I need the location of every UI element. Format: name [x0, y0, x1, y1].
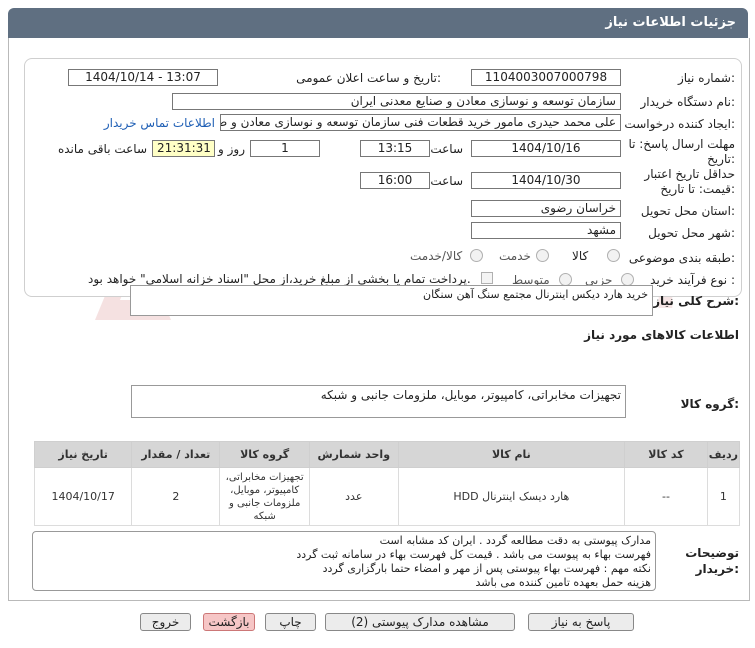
- cell-group: تجهیزات مخابراتی، کامپیوتر، موبایل، ملزو…: [219, 467, 310, 526]
- validity-label: حداقل تاریخ اعتبار: [644, 167, 735, 181]
- description-field[interactable]: خرید هارد دیکس اینترنال مجتمع سنگ آهن سن…: [130, 285, 653, 316]
- cell-date: 1404/10/17: [33, 467, 133, 526]
- deadline-label-date: تاریخ:: [707, 152, 735, 166]
- category-option-both: کالا/خدمت: [410, 249, 463, 263]
- col-group: گروه کالا: [219, 441, 310, 468]
- category-option-goods: کالا: [572, 249, 589, 263]
- category-radio-both[interactable]: [470, 249, 483, 262]
- buyer-note-line: نکته مهم : فهرست بهاء پیوستی پس از مهر و…: [322, 562, 651, 575]
- city-label: شهر محل تحویل:: [648, 226, 735, 240]
- requester-label: ایجاد کننده درخواست:: [624, 117, 735, 131]
- items-table: ردیف کد کالا نام کالا واحد شمارش گروه کا…: [33, 441, 741, 526]
- goods-info-title: اطلاعات کالاهای مورد نیاز: [584, 328, 739, 342]
- buyer-note-line: هزینه حمل بعهده تامین کننده می باشد: [475, 576, 651, 589]
- col-name: نام کالا: [397, 441, 626, 468]
- purchase-type-label: نوع فرآیند خرید :: [650, 273, 735, 287]
- exit-button[interactable]: خروج: [140, 613, 191, 631]
- announce-datetime-field[interactable]: 1404/10/14 - 13:07: [68, 69, 218, 86]
- back-button[interactable]: بازگشت: [203, 613, 255, 631]
- category-option-service: خدمت: [499, 249, 531, 263]
- page-title: جزئیات اطلاعات نیاز: [605, 15, 736, 30]
- category-radio-service[interactable]: [536, 249, 549, 262]
- validity-label-date: قیمت: تا تاریخ:: [660, 182, 735, 196]
- need-number-field[interactable]: 1104003007000798: [471, 69, 621, 86]
- view-attachments-button[interactable]: مشاهده مدارک پیوستی (2): [325, 613, 515, 631]
- treasury-note: پرداخت تمام یا بخشی از مبلغ خرید،از محل …: [88, 272, 471, 286]
- province-field[interactable]: خراسان رضوی: [471, 200, 621, 217]
- col-quantity: تعداد / مقدار: [131, 441, 221, 468]
- remaining-time-label: ساعت باقی مانده: [57, 142, 147, 156]
- cell-quantity: 2: [131, 467, 221, 526]
- page-header: جزئیات اطلاعات نیاز: [8, 8, 748, 38]
- buyer-org-label: نام دستگاه خریدار:: [640, 95, 736, 109]
- print-button[interactable]: چاپ: [265, 613, 316, 631]
- deadline-label: مهلت ارسال پاسخ: تا: [628, 137, 735, 151]
- cell-unit: عدد: [308, 467, 399, 526]
- validity-date-field[interactable]: 1404/10/30: [471, 172, 621, 189]
- province-label: استان محل تحویل:: [640, 204, 735, 218]
- category-label: طبقه بندی موضوعی:: [628, 251, 735, 265]
- cell-row: 1: [706, 467, 741, 526]
- days-remaining-field[interactable]: 1: [250, 140, 320, 157]
- table-row[interactable]: 1 -- هارد دیسک اینترنال HDD عدد تجهیزات …: [33, 467, 741, 526]
- buyer-note-line: مدارک پیوستی به دقت مطالعه گردد . ایران …: [379, 534, 651, 547]
- days-label: روز و: [218, 142, 245, 156]
- cell-code: --: [624, 467, 708, 526]
- deadline-date-field[interactable]: 1404/10/16: [471, 140, 621, 157]
- treasury-checkbox[interactable]: [481, 272, 493, 284]
- goods-group-label: گروه کالا:: [680, 397, 739, 411]
- remaining-time-field: 21:31:31: [152, 140, 215, 157]
- col-unit: واحد شمارش: [308, 441, 399, 468]
- validity-time-label: ساعت: [430, 174, 463, 188]
- table-header-row: ردیف کد کالا نام کالا واحد شمارش گروه کا…: [33, 441, 741, 468]
- description-label: شرح کلی نیاز:: [653, 294, 739, 308]
- category-radio-goods[interactable]: [607, 249, 620, 262]
- need-number-label: شماره نیاز:: [677, 71, 735, 85]
- buyer-notes-label: توضیحات: [685, 546, 739, 560]
- goods-group-field[interactable]: تجهیزات مخابراتی، کامپیوتر، موبایل، ملزو…: [131, 385, 626, 418]
- col-date: تاریخ نیاز: [33, 441, 133, 468]
- requester-field[interactable]: علی محمد حیدری مامور خرید قطعات فنی سازم…: [220, 114, 621, 131]
- validity-time-field[interactable]: 16:00: [360, 172, 430, 189]
- deadline-time-field[interactable]: 13:15: [360, 140, 430, 157]
- buyer-notes-field[interactable]: مدارک پیوستی به دقت مطالعه گردد . ایران …: [32, 531, 656, 591]
- col-code: کد کالا: [624, 441, 708, 468]
- col-row: ردیف: [706, 441, 741, 468]
- cell-name: هارد دیسک اینترنال HDD: [397, 467, 626, 526]
- announce-label: تاریخ و ساعت اعلان عمومی:: [296, 71, 441, 85]
- buyer-note-line: فهرست بهاء به پیوست می باشد . قیمت کل فه…: [296, 548, 651, 561]
- buyer-notes-label-2: خریدار:: [695, 562, 739, 576]
- reply-button[interactable]: پاسخ به نیاز: [528, 613, 634, 631]
- buyer-org-field[interactable]: سازمان توسعه و نوسازی معادن و صنایع معدن…: [172, 93, 621, 110]
- contact-info-link[interactable]: اطلاعات تماس خریدار: [104, 116, 215, 130]
- city-field[interactable]: مشهد: [471, 222, 621, 239]
- deadline-time-label: ساعت: [430, 142, 463, 156]
